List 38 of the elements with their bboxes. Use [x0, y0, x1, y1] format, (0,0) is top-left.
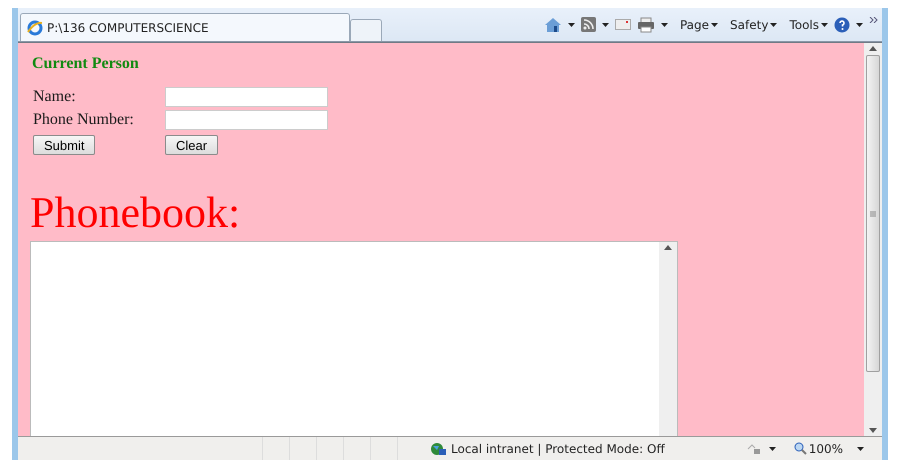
form-heading: Current Person	[32, 55, 140, 73]
mail-icon[interactable]	[614, 19, 631, 30]
globe-icon	[430, 442, 446, 456]
caret-icon	[711, 22, 718, 26]
caret-icon[interactable]	[568, 22, 575, 26]
field-label: Name:	[33, 88, 77, 106]
security-zone-text: Local intranet | Protected Mode: Off	[451, 442, 665, 456]
phonebook-title: Phonebook:	[30, 191, 242, 235]
chevron-icon[interactable]	[869, 16, 878, 22]
zoom-level[interactable]: 100%	[808, 442, 843, 456]
scroll-up-icon[interactable]	[869, 46, 877, 51]
caret-icon[interactable]	[856, 22, 863, 26]
field-label: Phone Number:	[33, 111, 135, 129]
caret-icon[interactable]	[857, 446, 864, 450]
caret-icon[interactable]	[602, 22, 609, 26]
input-field[interactable]	[165, 110, 328, 130]
home-icon[interactable]	[544, 16, 562, 32]
toolbar-menu[interactable]: Safety	[730, 18, 778, 32]
input-field[interactable]	[165, 87, 328, 107]
zoom-icon[interactable]	[794, 442, 807, 455]
clear-button[interactable]: Clear	[165, 135, 218, 155]
help-icon[interactable]	[834, 16, 850, 32]
page-scrollbar[interactable]	[864, 43, 882, 436]
scroll-up-icon[interactable]	[664, 245, 672, 250]
caret-icon	[821, 22, 828, 26]
caret-icon[interactable]	[768, 446, 776, 450]
browser-logo-icon	[27, 20, 43, 36]
toolbar-menu[interactable]: Page	[680, 18, 718, 32]
browser-tab[interactable]: P:\136 COMPUTERSCIENCE	[20, 13, 350, 41]
toolbar-menu[interactable]: Tools	[789, 18, 828, 32]
caret-icon	[770, 22, 778, 26]
scrollbar[interactable]	[659, 242, 677, 436]
feed-icon[interactable]	[580, 17, 596, 32]
printer-icon[interactable]	[636, 16, 655, 32]
submit-button[interactable]: Submit	[33, 135, 96, 155]
scroll-down-icon[interactable]	[869, 428, 877, 433]
caret-icon[interactable]	[660, 22, 668, 26]
scroll-thumb[interactable]	[866, 55, 880, 372]
